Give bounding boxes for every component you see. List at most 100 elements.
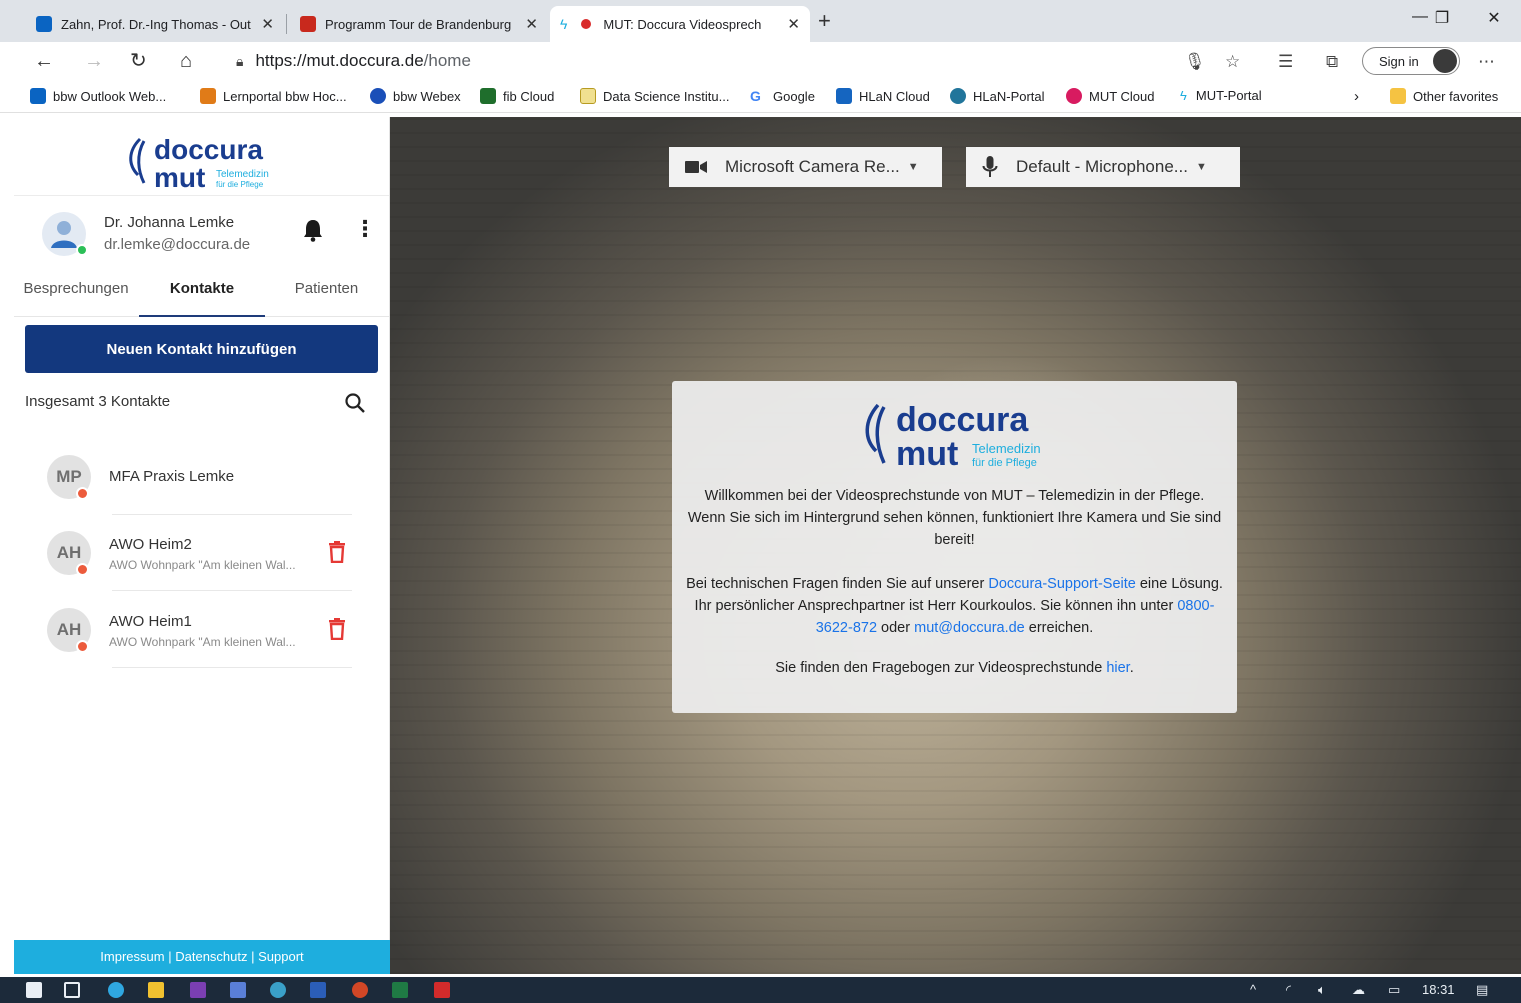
svg-text:für die Pflege: für die Pflege [216,180,264,189]
favorites-list-icon[interactable]: ☰ [1278,52,1293,72]
tab-title: Programm Tour de Brandenburg [325,16,512,32]
edge-icon[interactable] [108,982,124,998]
acrobat-icon[interactable] [434,982,450,998]
back-icon[interactable]: ← [34,50,54,72]
star-icon[interactable]: ☆ [1225,52,1240,72]
more-options-icon[interactable]: ⋮ [354,218,376,240]
battery-icon[interactable]: ▭ [1388,982,1400,998]
datenschutz-link[interactable]: Datenschutz [175,949,247,964]
other-favorites[interactable]: Other favorites [1390,88,1498,104]
email-link[interactable]: mut@doccura.de [914,620,1025,636]
footer-separator: | [168,949,172,964]
word-icon[interactable] [310,982,326,998]
tab-title: MUT: Doccura Videosprech [603,16,762,32]
close-window-button[interactable]: ✕ [1474,8,1514,28]
support-page-link[interactable]: Doccura-Support-Seite [988,576,1136,592]
offline-status-dot [76,487,89,500]
onenote-icon[interactable] [190,982,206,998]
url-field[interactable]: 🔒︎ https://mut.doccura.de/home [222,46,1222,76]
contact-name: MFA Praxis Lemke [109,468,235,485]
lock-icon: 🔒︎ [236,52,244,69]
favorite-item[interactable]: ϟ MUT-Portal [1180,88,1262,103]
onedrive-icon[interactable]: ☁ [1352,982,1365,998]
browser-icon[interactable] [270,982,286,998]
more-icon[interactable]: ⋯ [1478,52,1495,72]
wifi-icon[interactable]: ◜ [1286,982,1291,998]
contact-count: Insgesamt 3 Kontakte [25,393,171,410]
bell-icon[interactable] [302,218,324,242]
footer-separator: | [251,949,255,964]
tab-outlook[interactable]: Zahn, Prof. Dr.-Ing Thomas - Out ✕ [26,6,284,42]
notification-icon[interactable]: ▤ [1476,982,1488,998]
tab-besprechungen[interactable]: Besprechungen [14,271,138,317]
browser-tab-strip: Zahn, Prof. Dr.-Ing Thomas - Out ✕ Progr… [0,0,1521,42]
questionnaire-link[interactable]: hier [1106,660,1129,676]
volume-icon[interactable]: 🔈︎ [1318,982,1326,998]
microphone-label: Default - Microphone... [1016,157,1188,176]
doccura-mut-logo: doccura mut Telemedizin für die Pflege [129,134,269,191]
microphone-permission-icon[interactable]: 🎙︎ [1184,52,1206,72]
trash-icon[interactable] [328,618,346,640]
forward-icon[interactable]: → [84,50,104,72]
doccura-icon: ϟ [560,16,568,32]
support-link[interactable]: Support [258,949,304,964]
sign-in-button[interactable]: Sign in [1362,47,1460,75]
microphone-select[interactable]: Default - Microphone... ▼ [966,147,1240,187]
camera-label: Microsoft Camera Re... [725,157,900,176]
task-view-icon[interactable] [64,982,80,998]
tab-patienten[interactable]: Patienten [264,271,389,317]
favorite-item[interactable]: fib Cloud [480,88,554,104]
favorite-item[interactable]: Data Science Institu... [580,88,729,104]
favorite-item[interactable]: MUT Cloud [1066,88,1155,104]
svg-text:Telemedizin: Telemedizin [972,441,1041,456]
file-explorer-icon[interactable] [148,982,164,998]
reload-icon[interactable]: ↻ [130,50,147,72]
favorite-item[interactable]: G Google [750,88,815,104]
windows-start-icon[interactable] [26,982,42,998]
powerpoint-icon[interactable] [352,982,368,998]
moodle-icon [200,88,216,104]
search-icon[interactable] [344,392,366,414]
contact-list-item[interactable]: AH AWO Heim1 AWO Wohnpark "Am kleinen Wa… [14,591,389,668]
favorite-item[interactable]: bbw Outlook Web... [30,88,166,104]
url-host: https://mut.doccura.de [255,51,424,70]
microphone-icon [982,156,998,177]
favorite-item[interactable]: HLaN Cloud [836,88,930,104]
doccura-icon: ϟ [1180,88,1187,103]
restore-button[interactable]: ❐ [1422,8,1462,28]
welcome-card: doccura mut Telemedizin für die Pflege W… [672,381,1237,713]
online-status-dot [76,244,88,256]
favorite-item[interactable]: bbw Webex [370,88,461,104]
contact-name: AWO Heim2 [109,536,192,553]
google-icon: G [750,88,761,104]
tab-pdf[interactable]: Programm Tour de Brandenburg ✕ [290,6,548,42]
trash-icon[interactable] [328,541,346,563]
tab-kontakte[interactable]: Kontakte [139,271,265,317]
contact-list-item[interactable]: MP MFA Praxis Lemke [14,438,389,515]
add-contact-button[interactable]: Neuen Kontakt hinzufügen [25,325,378,373]
home-icon[interactable]: ⌂ [180,50,192,72]
close-icon[interactable]: ✕ [525,15,538,33]
new-tab-button[interactable]: + [818,8,831,34]
chevron-down-icon: ▼ [1195,161,1207,173]
close-icon[interactable]: ✕ [787,15,800,33]
teams-icon[interactable] [230,982,246,998]
favorite-item[interactable]: HLaN-Portal [950,88,1045,104]
favorites-overflow-icon[interactable]: › [1354,88,1359,105]
offline-status-dot [76,563,89,576]
contact-list-item[interactable]: AH AWO Heim2 AWO Wohnpark "Am kleinen Wa… [14,514,389,591]
favorite-item[interactable]: Lernportal bbw Hoc... [200,88,347,104]
mut-cloud-icon [1066,88,1082,104]
impressum-link[interactable]: Impressum [100,949,164,964]
chevron-up-icon[interactable]: ^ [1250,982,1256,997]
excel-icon[interactable] [392,982,408,998]
offline-status-dot [76,640,89,653]
collections-icon[interactable]: ⧉ [1326,52,1338,72]
outlook-icon [30,88,46,104]
close-icon[interactable]: ✕ [261,15,274,33]
tab-doccura[interactable]: ϟ MUT: Doccura Videosprech ✕ [550,6,810,42]
sidebar: doccura mut Telemedizin für die Pflege D… [14,117,390,974]
clock[interactable]: 18:31 [1422,982,1455,997]
camera-select[interactable]: Microsoft Camera Re... ▼ [669,147,942,187]
wordpress-icon [950,88,966,104]
